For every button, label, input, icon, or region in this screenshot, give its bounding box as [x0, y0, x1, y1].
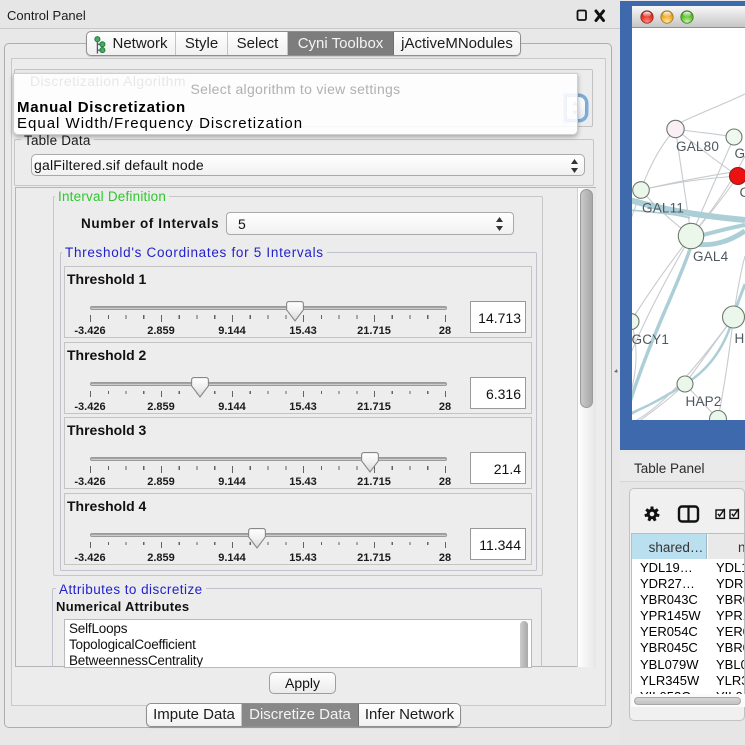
svg-text:GCY1: GCY1 — [632, 332, 669, 347]
svg-text:GAL4: GAL4 — [693, 249, 729, 264]
svg-text:H: H — [735, 331, 745, 346]
svg-text:GAL80: GAL80 — [676, 139, 719, 154]
svg-text:HAP2: HAP2 — [686, 394, 722, 409]
svg-text:GAL11: GAL11 — [642, 201, 684, 216]
svg-text:C: C — [740, 185, 745, 200]
svg-text:GA: GA — [735, 146, 745, 161]
